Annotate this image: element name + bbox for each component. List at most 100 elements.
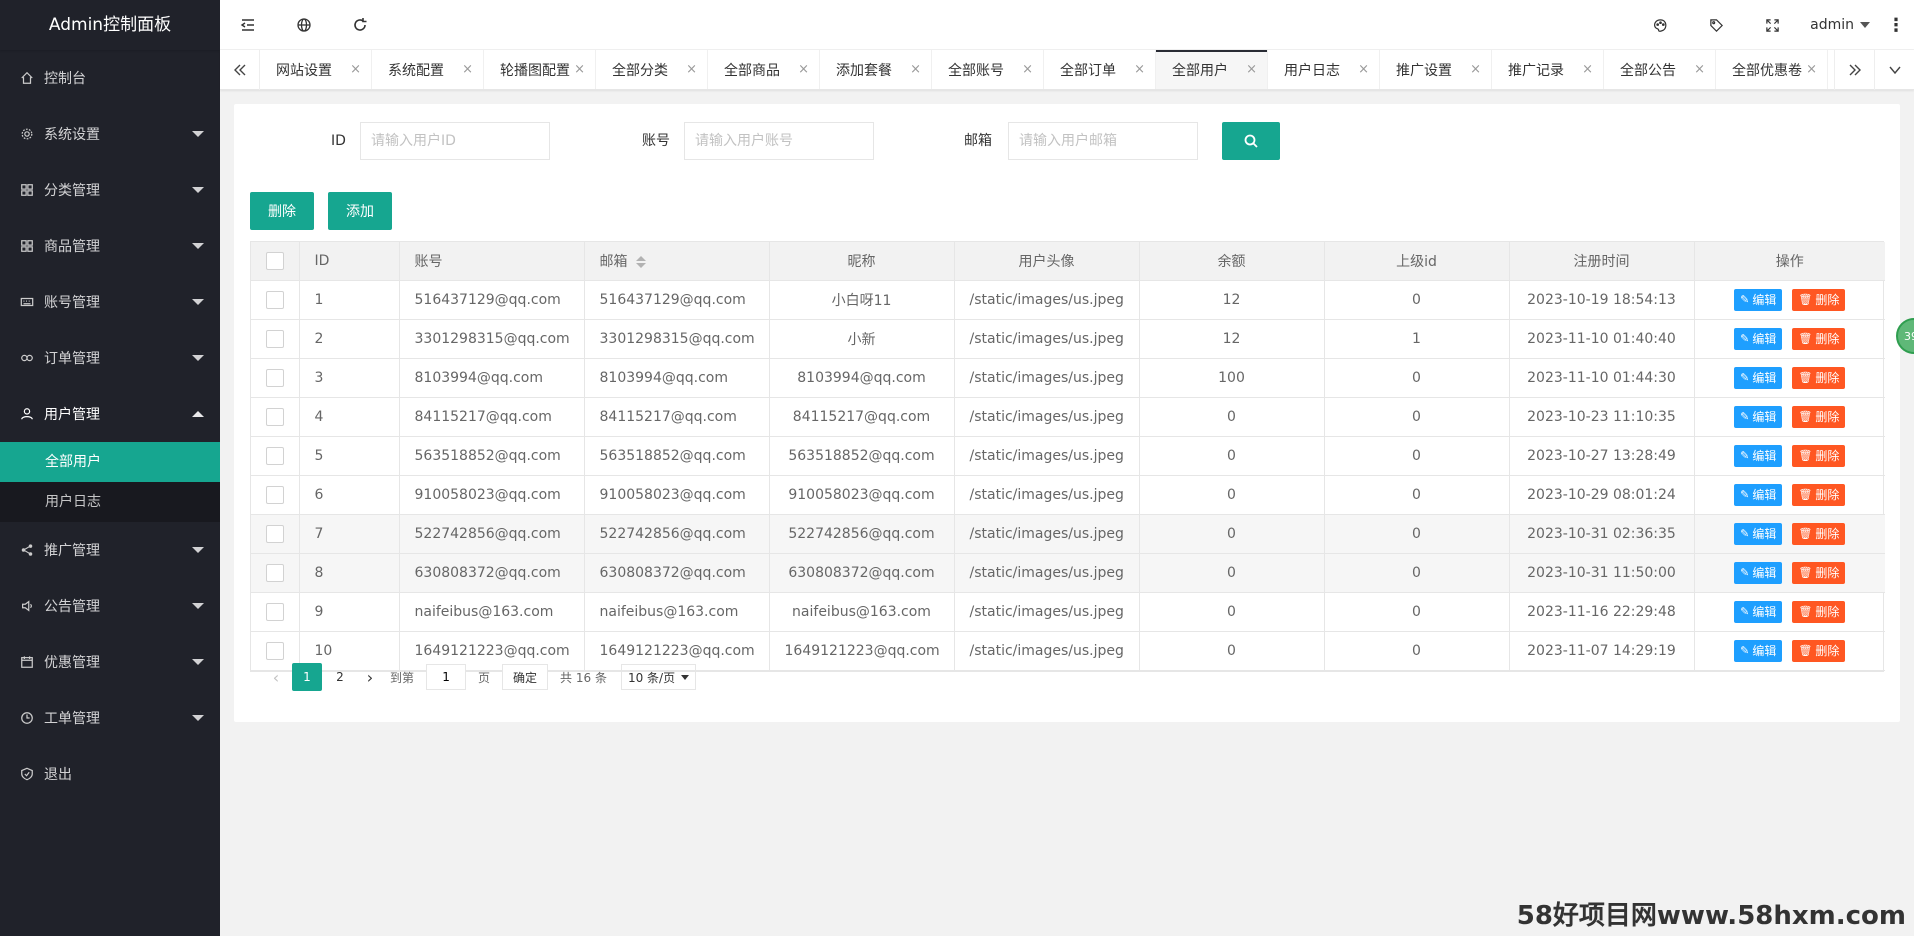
delete-button[interactable]: 🗑 删除 [1792, 522, 1846, 545]
id-search-input[interactable] [360, 122, 550, 160]
close-icon[interactable]: × [1246, 63, 1257, 77]
tabs-scroll-right-button[interactable] [1834, 50, 1874, 90]
edit-button[interactable]: ✎ 编辑 [1734, 639, 1783, 662]
sidebar-item-orders[interactable]: 订单管理 [0, 330, 220, 386]
close-icon[interactable]: × [574, 63, 585, 77]
close-icon[interactable]: × [1134, 63, 1145, 77]
close-icon[interactable]: × [1358, 63, 1369, 77]
table-row[interactable]: 9 naifeibus@163.com naifeibus@163.com naife… [251, 592, 1885, 632]
column-header-register-time[interactable]: 注册时间 [1509, 242, 1695, 281]
delete-button[interactable]: 🗑 删除 [1792, 639, 1846, 662]
edit-button[interactable]: ✎ 编辑 [1734, 366, 1783, 389]
tab-item[interactable]: 用户日志 × [1268, 50, 1380, 89]
edit-button[interactable]: ✎ 编辑 [1734, 327, 1783, 350]
sidebar-item-dashboard[interactable]: 控制台 [0, 50, 220, 106]
sidebar-item-promotion[interactable]: 推广管理 [0, 522, 220, 578]
sidebar-item-products[interactable]: 商品管理 [0, 218, 220, 274]
row-checkbox[interactable] [266, 290, 284, 309]
add-user-button[interactable]: 添加 [328, 192, 392, 230]
sidebar-item-coupons[interactable]: 优惠管理 [0, 634, 220, 690]
email-search-input[interactable] [1008, 122, 1198, 160]
column-header-account[interactable]: 账号 [399, 242, 585, 281]
sidebar-item-logout[interactable]: 退出 [0, 746, 220, 802]
sidebar-item-accounts[interactable]: 账号管理 [0, 274, 220, 330]
tab-item[interactable]: 推广记录 × [1492, 50, 1604, 89]
delete-button[interactable]: 🗑 删除 [1792, 561, 1846, 584]
sort-icon[interactable] [635, 255, 646, 268]
goto-page-input[interactable] [426, 664, 467, 690]
theme-button[interactable] [1632, 0, 1688, 50]
row-checkbox[interactable] [266, 329, 284, 348]
menu-fold-button[interactable] [220, 0, 276, 50]
table-row[interactable]: 3 8103994@qq.com 8103994@qq.com 8103994@qq.… [251, 358, 1885, 398]
tab-item[interactable]: 添加套餐 × [820, 50, 932, 89]
next-page-button[interactable]: › [356, 663, 384, 691]
close-icon[interactable]: × [798, 63, 809, 77]
tab-item[interactable]: 推广设置 × [1380, 50, 1492, 89]
search-button[interactable] [1222, 122, 1280, 160]
row-checkbox[interactable] [266, 368, 284, 387]
table-row[interactable]: 1 516437129@qq.com 516437129@qq.com 小白呀11/s… [251, 280, 1885, 320]
close-icon[interactable]: × [1694, 63, 1705, 77]
page-2-button[interactable]: 2 [326, 663, 354, 691]
delete-button[interactable]: 🗑 删除 [1792, 327, 1846, 350]
edit-button[interactable]: ✎ 编辑 [1734, 288, 1783, 311]
close-icon[interactable]: × [910, 63, 921, 77]
sidebar-item-category[interactable]: 分类管理 [0, 162, 220, 218]
edit-button[interactable]: ✎ 编辑 [1734, 600, 1783, 623]
more-options-button[interactable]: ⋮ [1878, 0, 1914, 50]
table-row[interactable]: 4 84115217@qq.com 84115217@qq.com 84115217@… [251, 397, 1885, 437]
delete-button[interactable]: 🗑 删除 [1792, 444, 1846, 467]
column-header-balance[interactable]: 余额 [1139, 242, 1325, 281]
delete-button[interactable]: 🗑 删除 [1792, 483, 1846, 506]
column-header-nickname[interactable]: 昵称 [769, 242, 955, 281]
delete-button[interactable]: 🗑 删除 [1792, 366, 1846, 389]
row-checkbox[interactable] [266, 602, 284, 621]
table-row[interactable]: 5 563518852@qq.com 563518852@qq.com 5635188… [251, 436, 1885, 476]
sidebar-item-announcements[interactable]: 公告管理 [0, 578, 220, 634]
delete-button[interactable]: 🗑 删除 [1792, 405, 1846, 428]
sidebar-item-tickets[interactable]: 工单管理 [0, 690, 220, 746]
close-icon[interactable]: × [1022, 63, 1033, 77]
table-row[interactable]: 7 522742856@qq.com 522742856@qq.com 5227428… [251, 514, 1885, 554]
close-icon[interactable]: × [1470, 63, 1481, 77]
tab-item[interactable]: 全部公告 × [1604, 50, 1716, 89]
submenu-item-all-users[interactable]: 全部用户 [0, 442, 220, 482]
tab-item[interactable]: 系统配置 × [372, 50, 484, 89]
tab-item[interactable]: 全部商品 × [708, 50, 820, 89]
prev-page-button[interactable]: ‹ [262, 663, 290, 691]
table-row[interactable]: 2 3301298315@qq.com 3301298315@qq.com 小新/st… [251, 319, 1885, 359]
row-checkbox[interactable] [266, 641, 284, 660]
column-header-id[interactable]: ID [299, 242, 400, 281]
tab-item[interactable]: 全部用户 × [1156, 50, 1268, 89]
row-checkbox[interactable] [266, 524, 284, 543]
close-icon[interactable]: × [462, 63, 473, 77]
fullscreen-button[interactable] [1744, 0, 1800, 50]
column-header-actions[interactable]: 操作 [1694, 242, 1885, 281]
edit-button[interactable]: ✎ 编辑 [1734, 522, 1783, 545]
close-icon[interactable]: × [1582, 63, 1593, 77]
tabs-scroll-left-button[interactable] [220, 50, 260, 90]
close-icon[interactable]: × [350, 63, 361, 77]
tab-item[interactable]: 全部账号 × [932, 50, 1044, 89]
batch-delete-button[interactable]: 删除 [250, 192, 314, 230]
column-header-parent-id[interactable]: 上级id [1324, 242, 1510, 281]
tag-button[interactable] [1688, 0, 1744, 50]
row-checkbox[interactable] [266, 563, 284, 582]
goto-confirm-button[interactable]: 确定 [502, 664, 549, 690]
tabs-menu-button[interactable] [1874, 50, 1914, 90]
delete-button[interactable]: 🗑 删除 [1792, 600, 1846, 623]
page-size-select[interactable]: 10 条/页 [620, 664, 697, 690]
edit-button[interactable]: ✎ 编辑 [1734, 561, 1783, 584]
tab-item[interactable]: 轮播图配置 × [484, 50, 596, 89]
edit-button[interactable]: ✎ 编辑 [1734, 483, 1783, 506]
column-header-avatar[interactable]: 用户头像 [954, 242, 1140, 281]
account-search-input[interactable] [684, 122, 874, 160]
refresh-button[interactable] [332, 0, 388, 50]
table-row[interactable]: 6 910058023@qq.com 910058023@qq.com 9100580… [251, 475, 1885, 515]
row-checkbox[interactable] [266, 485, 284, 504]
row-checkbox[interactable] [266, 446, 284, 465]
edit-button[interactable]: ✎ 编辑 [1734, 405, 1783, 428]
table-row[interactable]: 8 630808372@qq.com 630808372@qq.com 6308083… [251, 553, 1885, 593]
sidebar-item-users[interactable]: 用户管理 [0, 386, 220, 442]
